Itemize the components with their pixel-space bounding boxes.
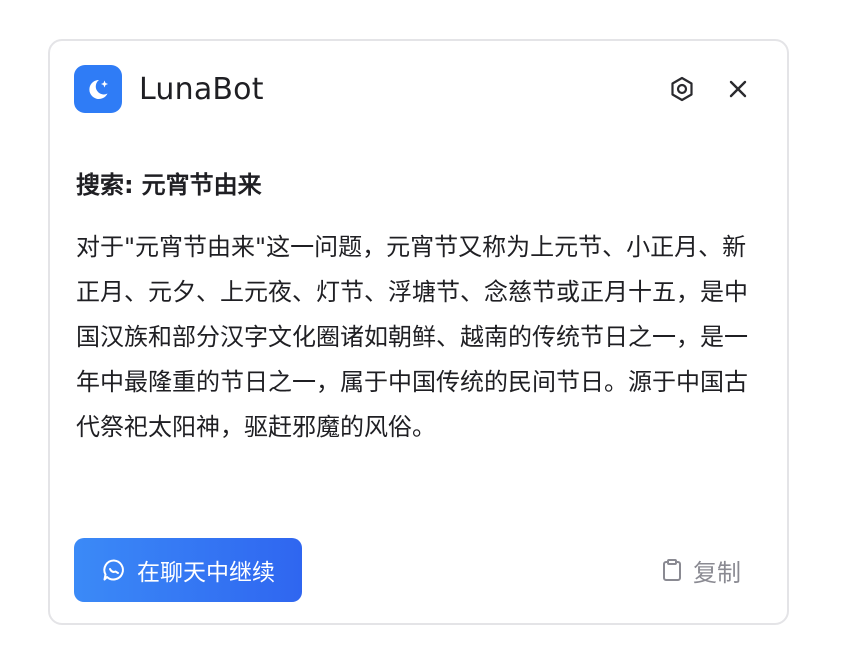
card-header: LunaBot [74,65,763,113]
lunabot-card: LunaBot 搜索: 元宵节由来 对于"元宵节由来"这一问题，元宵节又称为上元… [48,39,789,625]
continue-in-chat-label: 在聊天中继续 [137,560,275,586]
moon-star-icon [74,65,122,113]
close-icon[interactable] [723,74,753,104]
continue-in-chat-button[interactable]: 在聊天中继续 [74,538,302,602]
clipboard-icon [661,558,683,582]
copy-button[interactable]: 复制 [661,553,741,587]
search-query-text: 元宵节由来 [141,171,262,199]
search-query: 搜索: 元宵节由来 [76,165,262,200]
copy-label: 复制 [693,558,741,587]
search-label: 搜索: [76,171,134,199]
answer-text: 对于"元宵节由来"这一问题，元宵节又称为上元节、小正月、新正月、元夕、上元夜、灯… [76,233,748,441]
chat-bubble-icon [101,557,127,583]
app-title: LunaBot [139,71,264,107]
gear-icon[interactable] [667,74,697,104]
header-actions [667,74,753,104]
